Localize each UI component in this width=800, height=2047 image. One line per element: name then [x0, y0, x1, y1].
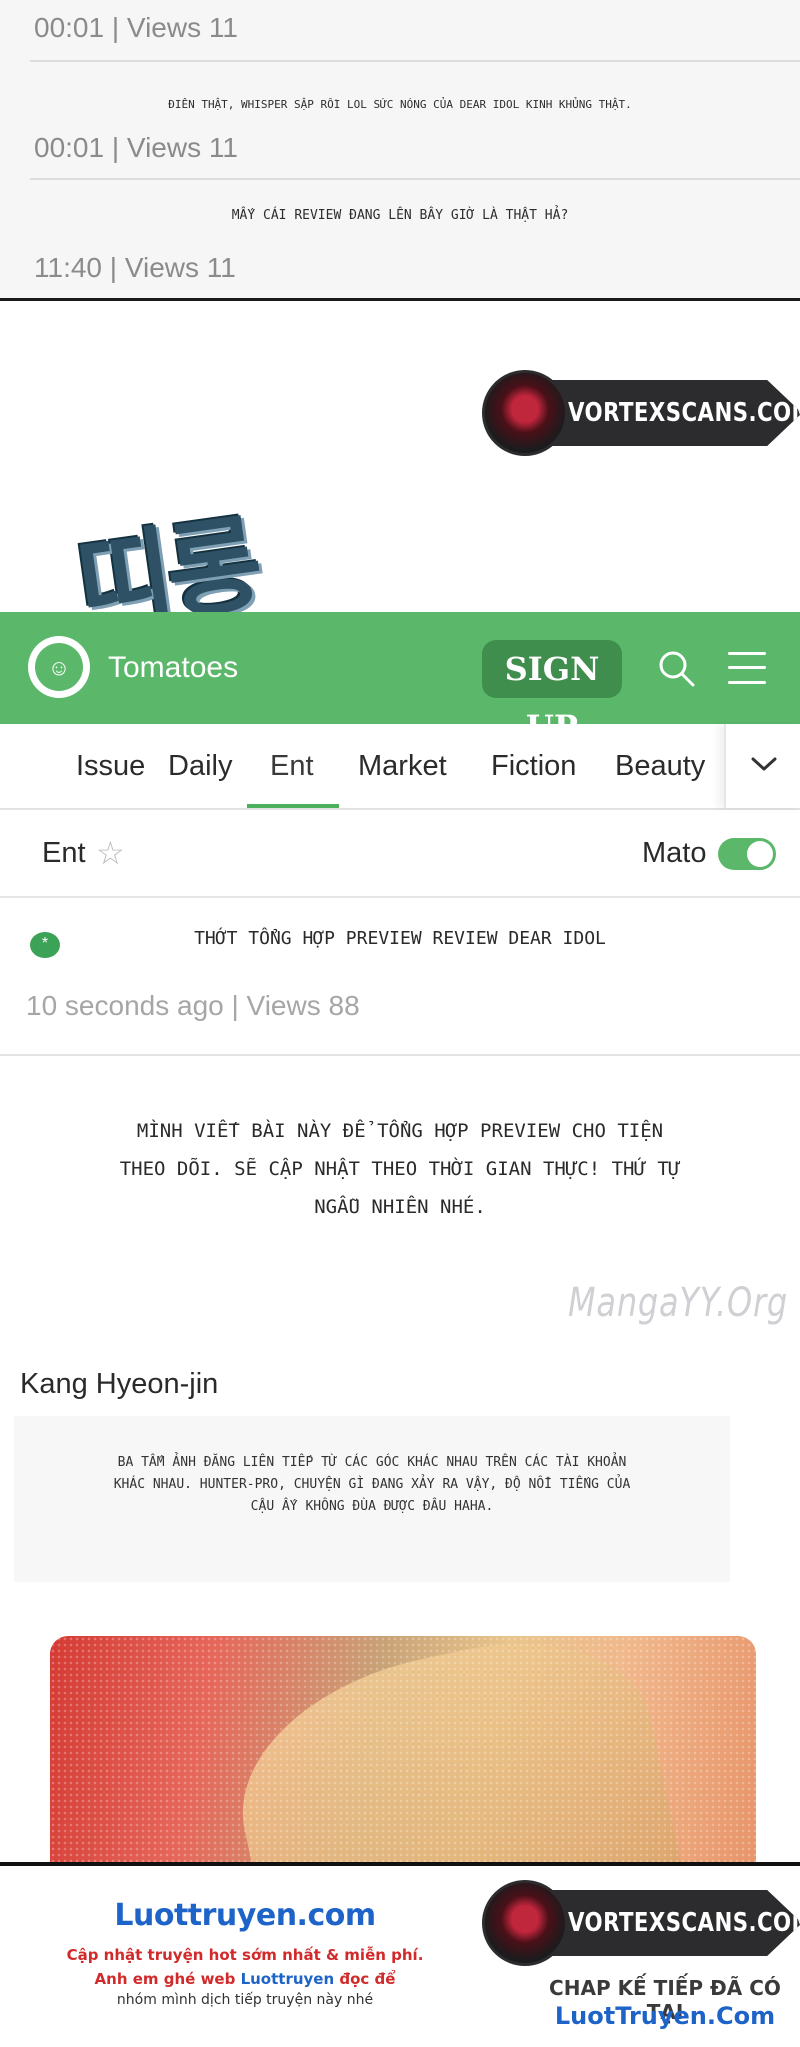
vortex-logo-icon [482, 1880, 568, 1966]
badge-text: VORTEXSCANS.COM [568, 1908, 800, 1938]
board-header: Ent ☆ Mato [0, 810, 800, 898]
footer-text: đọc để [334, 1970, 396, 1988]
mato-label: Mato [642, 837, 707, 869]
comment-item: 00:01 | Views 11 [0, 0, 800, 62]
footer-line: Anh em ghé web Luottruyen đọc để [0, 1970, 490, 1988]
post-header: * Thớt tổng hợp preview review Dear Idol… [0, 898, 800, 1056]
comment-text: Điên thật, whisper sập rồi lol sức nóng … [168, 98, 632, 111]
entry-image [50, 1636, 756, 1862]
footer-link[interactable]: Luottruyen [241, 1970, 335, 1988]
footer-right-link[interactable]: LuotTruyen.Com [530, 2002, 800, 2030]
entry-author: Kang Hyeon-jin [20, 1368, 219, 1400]
chevron-down-icon [751, 757, 777, 771]
app-header: ☺ Tomatoes SIGN UP [0, 612, 800, 746]
board-title: Ent [42, 837, 86, 869]
post-title: Thớt tổng hợp preview review Dear Idol [194, 928, 606, 949]
vortex-logo-icon [482, 370, 568, 456]
comment-text: Mấy cái review đang lên bây giờ là thật … [231, 208, 569, 223]
star-icon[interactable]: ☆ [96, 810, 125, 896]
tab-fiction[interactable]: Fiction [491, 724, 576, 808]
comment-list: 00:01 | Views 11 Điên thật, whisper sập … [0, 0, 800, 301]
quote-line: khác nhau. Hunter-pro, chuyện gì đang xả… [113, 1477, 631, 1492]
app-brand[interactable]: Tomatoes [108, 612, 238, 724]
tab-daily[interactable]: Daily [168, 724, 232, 808]
vortexscans-badge: VORTEXSCANS.COM [482, 370, 800, 456]
badge-text: VORTEXSCANS.COM [568, 398, 800, 428]
post-intro: Mình viết bài này để tổng hợp preview ch… [0, 1112, 800, 1226]
intro-line: Mình viết bài này để tổng hợp preview ch… [136, 1120, 664, 1142]
comment-meta: 00:01 | Views 11 [34, 132, 238, 163]
quote-line: Ba tấm ảnh đăng liên tiếp từ các góc khá… [117, 1455, 627, 1470]
post-meta: 10 seconds ago | Views 88 [26, 990, 360, 1021]
search-icon[interactable] [656, 648, 696, 688]
tabs-expand-button[interactable] [724, 724, 800, 808]
hamburger-menu-icon[interactable] [728, 650, 766, 686]
active-tab-indicator [247, 804, 339, 808]
footer-line: Cập nhật truyện hot sớm nhất & miễn phí. [66, 1946, 424, 1964]
comment-meta: 00:01 | Views 11 [34, 12, 238, 43]
entry-quote: Ba tấm ảnh đăng liên tiếp từ các góc khá… [14, 1452, 730, 1518]
footer-line: nhóm mình dịch tiếp truyện này nhé [116, 1992, 374, 2008]
tab-issue[interactable]: Issue [76, 724, 145, 808]
intro-line: ngẫu nhiên nhé. [314, 1196, 486, 1218]
footer-site[interactable]: Luottruyen.com [0, 1898, 490, 1933]
footer-banner: Luottruyen.com Cập nhật truyện hot sớm n… [0, 1862, 800, 2047]
comment-item: Mấy cái review đang lên bây giờ là thật … [0, 180, 800, 296]
vortexscans-badge: VORTEXSCANS.COM [482, 1880, 800, 1966]
quote-line: cậu ấy không đùa được đâu haha. [250, 1499, 494, 1514]
tab-market[interactable]: Market [358, 724, 447, 808]
comment-item: Điên thật, whisper sập rồi lol sức nóng … [0, 62, 800, 180]
artwork-shape [217, 1636, 683, 1862]
tomato-logo-icon[interactable]: ☺ [28, 636, 90, 698]
tab-beauty[interactable]: Beauty [615, 724, 705, 808]
mato-toggle[interactable] [718, 838, 776, 870]
tab-ent[interactable]: Ent [270, 724, 314, 808]
comment-meta: 11:40 | Views 11 [34, 252, 236, 283]
footer-text: Anh em ghé web [94, 1970, 241, 1988]
sign-up-button[interactable]: SIGN UP [482, 640, 622, 746]
intro-line: theo dõi. Sẽ cập nhật theo thời gian thự… [119, 1158, 681, 1180]
watermark: MangaYY.Org [568, 1280, 789, 1326]
category-tabs: Issue Daily Ent Market Fiction Beauty [0, 724, 800, 810]
